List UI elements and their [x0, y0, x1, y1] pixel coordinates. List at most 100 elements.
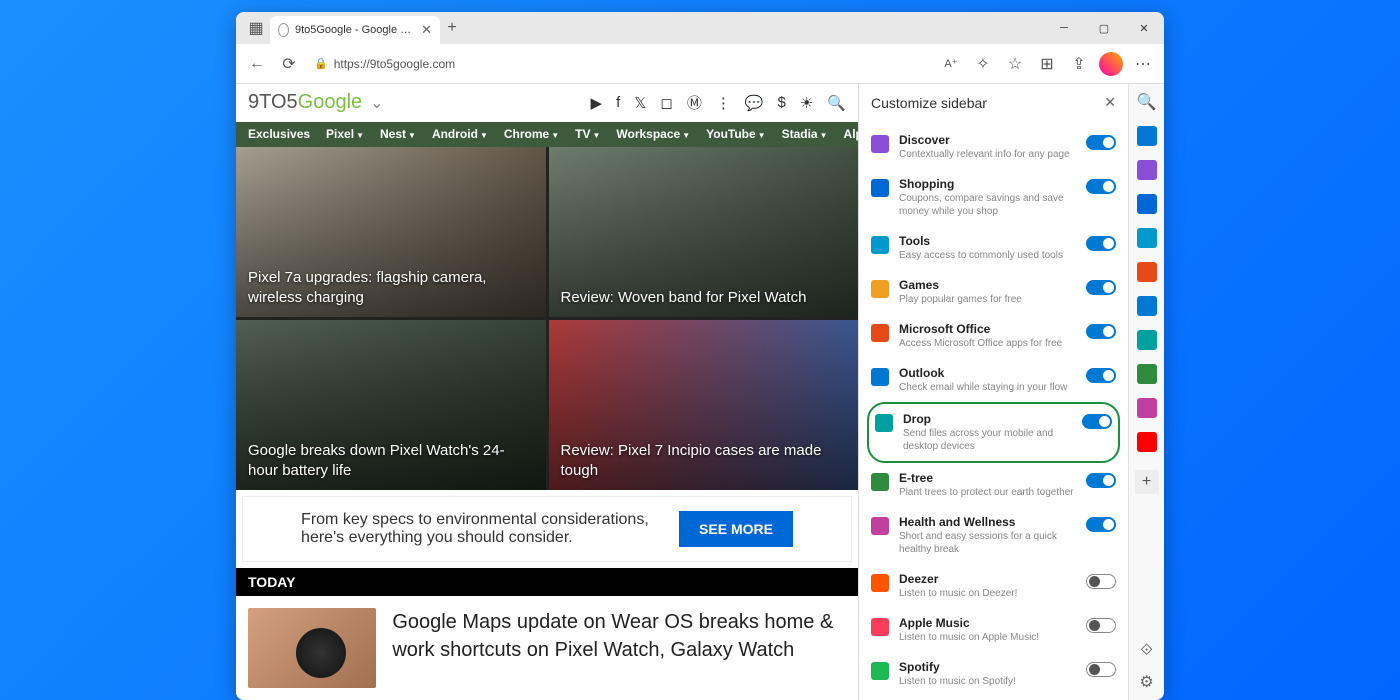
panel-close-icon[interactable]: ✕	[1104, 94, 1116, 111]
toggle-switch[interactable]	[1086, 280, 1116, 295]
sidebar-option-row: Apple Music Listen to music on Apple Mus…	[867, 608, 1120, 652]
hero-grid: Pixel 7a upgrades: flagship camera, wire…	[236, 147, 858, 490]
page-content: 9TO5Google ⌄ ▶ f 𝕏 ◻ Ⓜ ⋮ 💬 $ ☀ 🔍 Exclusi…	[236, 84, 858, 700]
deals-icon[interactable]: $	[778, 94, 786, 111]
youtube-icon[interactable]: ▶	[591, 94, 603, 112]
toggle-switch[interactable]	[1086, 574, 1116, 589]
toggle-switch[interactable]	[1086, 324, 1116, 339]
text-size-icon[interactable]: A⁺	[936, 49, 966, 79]
toggle-switch[interactable]	[1086, 135, 1116, 150]
option-desc: Coupons, compare savings and save money …	[899, 192, 1076, 218]
rail-app-icon[interactable]	[1137, 432, 1157, 452]
comment-icon[interactable]: 💬	[745, 94, 764, 112]
sidebar-option-row: Spotify Listen to music on Spotify!	[867, 652, 1120, 696]
hero-tile[interactable]: Google breaks down Pixel Watch's 24-hour…	[236, 320, 546, 490]
section-heading: TODAY	[236, 568, 858, 596]
nav-item[interactable]: Stadia▼	[782, 127, 828, 141]
option-desc: Plant trees to protect our earth togethe…	[899, 486, 1076, 499]
rail-settings-icon[interactable]: ⚙	[1139, 672, 1153, 692]
nav-item[interactable]: Chrome▼	[504, 127, 559, 141]
rail-app-icon[interactable]	[1137, 126, 1157, 146]
rail-collapse-icon[interactable]: ⟐	[1140, 642, 1153, 660]
rail-app-icon[interactable]	[1137, 398, 1157, 418]
option-name: Microsoft Office	[899, 322, 1076, 336]
rail-app-icon[interactable]	[1137, 228, 1157, 248]
ad-banner: From key specs to environmental consider…	[242, 496, 852, 562]
toggle-switch[interactable]	[1082, 414, 1112, 429]
app-icon	[871, 324, 889, 342]
toolbar: ← ⟳ 🔒 https://9to5google.com A⁺ ✧ ☆ ⊞ ⇪ …	[236, 44, 1164, 84]
toggle-switch[interactable]	[1086, 517, 1116, 532]
toggle-switch[interactable]	[1086, 236, 1116, 251]
darkmode-icon[interactable]: ☀	[800, 94, 813, 112]
facebook-icon[interactable]: f	[616, 94, 620, 111]
titlebar: ▦ 9to5Google - Google news, Pixel ✕ + ─ …	[236, 12, 1164, 44]
address-bar[interactable]: 🔒 https://9to5google.com	[306, 50, 934, 78]
rail-app-icon[interactable]	[1137, 330, 1157, 350]
rail-app-icon[interactable]	[1137, 160, 1157, 180]
nav-item[interactable]: Workspace▼	[616, 127, 690, 141]
app-icon	[871, 574, 889, 592]
nav-item[interactable]: YouTube▼	[706, 127, 765, 141]
nav-item[interactable]: Android▼	[432, 127, 488, 141]
nav-item[interactable]: Pixel▼	[326, 127, 364, 141]
app-icon	[871, 368, 889, 386]
favorites-icon[interactable]: ☆	[1000, 49, 1030, 79]
more-icon[interactable]: ⋮	[716, 94, 731, 112]
option-name: Shopping	[899, 177, 1076, 191]
toggle-switch[interactable]	[1086, 179, 1116, 194]
tab-actions-icon[interactable]: ▦	[242, 14, 270, 42]
app-icon	[871, 473, 889, 491]
hero-tile[interactable]: Review: Pixel 7 Incipio cases are made t…	[549, 320, 859, 490]
maximize-button[interactable]: ▢	[1084, 12, 1124, 44]
close-window-button[interactable]: ✕	[1124, 12, 1164, 44]
tracking-icon[interactable]: ✧	[968, 49, 998, 79]
share-icon[interactable]: ⇪	[1064, 49, 1094, 79]
rail-app-icon[interactable]	[1137, 296, 1157, 316]
option-name: E-tree	[899, 471, 1076, 485]
browser-tab[interactable]: 9to5Google - Google news, Pixel ✕	[270, 16, 440, 44]
toggle-switch[interactable]	[1086, 368, 1116, 383]
twitter-icon[interactable]: 𝕏	[634, 94, 646, 112]
instagram-icon[interactable]: ◻	[660, 94, 672, 112]
nav-item[interactable]: TV▼	[575, 127, 600, 141]
rail-app-icon[interactable]	[1137, 262, 1157, 282]
refresh-button[interactable]: ⟳	[274, 49, 304, 79]
toggle-switch[interactable]	[1086, 618, 1116, 633]
rail-app-icon[interactable]	[1137, 194, 1157, 214]
minimize-button[interactable]: ─	[1044, 12, 1084, 44]
toggle-switch[interactable]	[1086, 473, 1116, 488]
nav-item[interactable]: Nest▼	[380, 127, 416, 141]
chevron-down-icon[interactable]: ⌄	[370, 93, 383, 113]
new-tab-button[interactable]: +	[440, 19, 464, 37]
story-row[interactable]: Google Maps update on Wear OS breaks hom…	[236, 596, 858, 700]
menu-icon[interactable]: ⋯	[1128, 49, 1158, 79]
rail-app-icon[interactable]	[1137, 364, 1157, 384]
app-icon	[871, 179, 889, 197]
mastodon-icon[interactable]: Ⓜ	[687, 92, 702, 113]
hero-tile[interactable]: Review: Woven band for Pixel Watch	[549, 147, 859, 317]
ad-text: From key specs to environmental consider…	[301, 511, 661, 547]
nav-item[interactable]: Alphabet▼	[844, 127, 858, 141]
hero-tile[interactable]: Pixel 7a upgrades: flagship camera, wire…	[236, 147, 546, 317]
sidebar-option-row: Drop Send files across your mobile and d…	[867, 402, 1120, 463]
option-name: Discover	[899, 133, 1076, 147]
back-button[interactable]: ←	[242, 49, 272, 79]
ad-cta-button[interactable]: SEE MORE	[679, 511, 793, 547]
rail-add-button[interactable]: +	[1135, 470, 1159, 494]
option-desc: Short and easy sessions for a quick heal…	[899, 530, 1076, 556]
search-icon[interactable]: 🔍	[827, 94, 846, 112]
tab-close-icon[interactable]: ✕	[421, 22, 432, 38]
option-desc: Listen to music on Apple Music!	[899, 631, 1076, 644]
toggle-switch[interactable]	[1086, 662, 1116, 677]
collections-icon[interactable]: ⊞	[1032, 49, 1062, 79]
profile-avatar[interactable]	[1096, 49, 1126, 79]
app-icon	[871, 280, 889, 298]
customize-sidebar-panel: Customize sidebar ✕ Discover Contextuall…	[858, 84, 1128, 700]
site-logo[interactable]: 9TO5Google	[248, 91, 362, 114]
story-headline: Google Maps update on Wear OS breaks hom…	[392, 608, 846, 688]
browser-window: ▦ 9to5Google - Google news, Pixel ✕ + ─ …	[236, 12, 1164, 700]
rail-search-icon[interactable]: 🔍	[1137, 92, 1157, 112]
nav-item[interactable]: Exclusives	[248, 127, 310, 141]
site-header: 9TO5Google ⌄ ▶ f 𝕏 ◻ Ⓜ ⋮ 💬 $ ☀ 🔍	[236, 84, 858, 122]
